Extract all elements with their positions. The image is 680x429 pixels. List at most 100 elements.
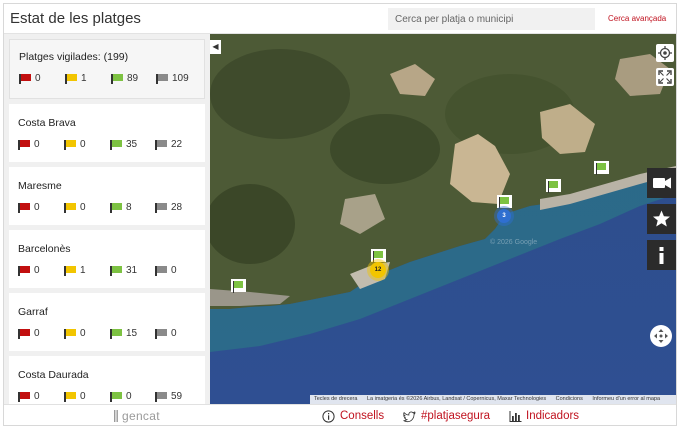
summary-title: Platges vigilades: (199) xyxy=(19,51,129,63)
green-flag-icon xyxy=(110,266,122,276)
region-name: Maresme xyxy=(18,180,62,192)
flag-counts: 0 0 8 28 xyxy=(18,202,198,214)
sidebar: Platges vigilades: (199) 0 1 89 109 Costa Bra… xyxy=(4,34,210,404)
flag-counts: 0 0 35 22 xyxy=(18,139,198,151)
gray-flag-number: 0 xyxy=(171,328,177,339)
region-name: Garraf xyxy=(18,306,48,318)
fullscreen-button[interactable] xyxy=(656,68,674,86)
gray-flag-number: 109 xyxy=(172,73,189,84)
chevron-left-icon: ◀ xyxy=(212,42,219,51)
region-name: Barcelonès xyxy=(18,243,71,255)
beach-marker[interactable] xyxy=(546,179,561,193)
green-flag-icon xyxy=(111,74,123,84)
info-button[interactable] xyxy=(647,240,676,270)
red-flag-number: 0 xyxy=(35,73,41,84)
map-attribution: Tecles de drecera La imatgeria és ©2026 … xyxy=(310,395,676,404)
region-name: Costa Brava xyxy=(18,117,76,129)
gray-flag-icon xyxy=(156,74,168,84)
green-flag-icon xyxy=(110,392,122,402)
green-flag-icon xyxy=(110,140,122,150)
region-name: Costa Daurada xyxy=(18,369,89,381)
gray-flag-icon xyxy=(155,392,167,402)
region-card[interactable]: Costa Brava 0 0 35 22 xyxy=(9,104,205,162)
gray-flag-icon xyxy=(155,266,167,276)
yellow-flag-icon xyxy=(65,74,77,84)
red-flag-number: 0 xyxy=(34,202,40,213)
star-icon xyxy=(653,210,670,227)
gray-flag-number: 28 xyxy=(171,202,183,213)
pan-control[interactable] xyxy=(650,325,672,347)
region-card[interactable]: Costa Daurada 0 0 0 59 xyxy=(9,356,205,404)
flag-counts: 0 1 89 109 xyxy=(19,73,199,85)
info-circle-icon xyxy=(322,410,335,423)
yellow-flag-icon xyxy=(64,329,76,339)
region-card[interactable]: Garraf 0 0 15 0 xyxy=(9,293,205,351)
app-frame: Estat de les platges Cerca avançada Plat… xyxy=(3,3,677,426)
red-flag-icon xyxy=(18,266,30,276)
info-icon xyxy=(659,247,664,264)
green-flag-icon xyxy=(110,329,122,339)
webcam-button[interactable] xyxy=(647,168,676,198)
yellow-flag-number: 0 xyxy=(80,328,86,339)
advice-link[interactable]: Consells xyxy=(340,410,384,422)
yellow-flag-number: 1 xyxy=(81,73,87,84)
yellow-flag-number: 1 xyxy=(80,265,86,276)
twitter-icon xyxy=(403,411,416,423)
beach-cluster-yellow[interactable]: 12 xyxy=(370,262,386,278)
green-flag-number: 89 xyxy=(127,73,139,84)
yellow-flag-icon xyxy=(64,392,76,402)
imagery-credit: La imatgeria és ©2026 Airbus, Landsat / … xyxy=(366,396,547,402)
green-flag-number: 15 xyxy=(126,328,138,339)
hashtag-link[interactable]: #platjasegura xyxy=(421,410,490,422)
beach-marker[interactable] xyxy=(371,249,386,263)
yellow-flag-number: 0 xyxy=(80,391,86,402)
red-flag-icon xyxy=(19,74,31,84)
gencat-logo[interactable]: gencat xyxy=(122,409,160,423)
search-input[interactable] xyxy=(388,8,595,30)
green-flag-number: 8 xyxy=(126,202,132,213)
green-flag-number: 31 xyxy=(126,265,138,276)
header: Estat de les platges Cerca avançada xyxy=(4,4,676,34)
red-flag-number: 0 xyxy=(34,139,40,150)
terms-link[interactable]: Condicions xyxy=(556,396,583,402)
report-error-link[interactable]: Informeu d'un error al mapa xyxy=(592,396,660,402)
gray-flag-icon xyxy=(155,203,167,213)
favorites-button[interactable] xyxy=(647,204,676,234)
flag-counts: 0 1 31 0 xyxy=(18,265,198,277)
red-flag-number: 0 xyxy=(34,391,40,402)
gray-flag-number: 22 xyxy=(171,139,183,150)
red-flag-number: 0 xyxy=(34,328,40,339)
beach-marker[interactable] xyxy=(231,279,246,293)
keyboard-shortcuts-link[interactable]: Tecles de drecera xyxy=(314,396,357,402)
green-flag-number: 0 xyxy=(126,391,132,402)
gray-flag-number: 59 xyxy=(171,391,183,402)
beach-marker[interactable] xyxy=(594,161,609,175)
flag-counts: 0 0 0 59 xyxy=(18,391,198,403)
red-flag-icon xyxy=(18,140,30,150)
gencat-logo-mark xyxy=(114,410,118,422)
beach-marker[interactable] xyxy=(497,195,512,209)
bar-chart-icon xyxy=(509,411,522,422)
red-flag-number: 0 xyxy=(34,265,40,276)
video-camera-icon xyxy=(653,177,671,189)
map-view[interactable]: 3 12 © 2026 Google Tecles de drecera La … xyxy=(210,34,676,404)
app-title: Estat de les platges xyxy=(10,10,141,27)
move-arrows-icon xyxy=(654,329,668,343)
green-flag-icon xyxy=(110,203,122,213)
collapse-sidebar-button[interactable]: ◀ xyxy=(210,40,221,54)
yellow-flag-number: 0 xyxy=(80,202,86,213)
red-flag-icon xyxy=(18,203,30,213)
map-watermark: © 2026 Google xyxy=(490,239,538,246)
locate-button[interactable] xyxy=(656,44,674,62)
gray-flag-icon xyxy=(155,140,167,150)
beach-cluster-blue[interactable]: 3 xyxy=(497,209,511,223)
red-flag-icon xyxy=(18,329,30,339)
advanced-search-link[interactable]: Cerca avançada xyxy=(608,14,666,23)
region-card[interactable]: Barcelonès 0 1 31 0 xyxy=(9,230,205,288)
fullscreen-icon xyxy=(658,70,672,84)
yellow-flag-icon xyxy=(64,140,76,150)
indicators-link[interactable]: Indicadors xyxy=(526,410,579,422)
gray-flag-number: 0 xyxy=(171,265,177,276)
summary-card[interactable]: Platges vigilades: (199) 0 1 89 109 xyxy=(9,39,205,99)
region-card[interactable]: Maresme 0 0 8 28 xyxy=(9,167,205,225)
